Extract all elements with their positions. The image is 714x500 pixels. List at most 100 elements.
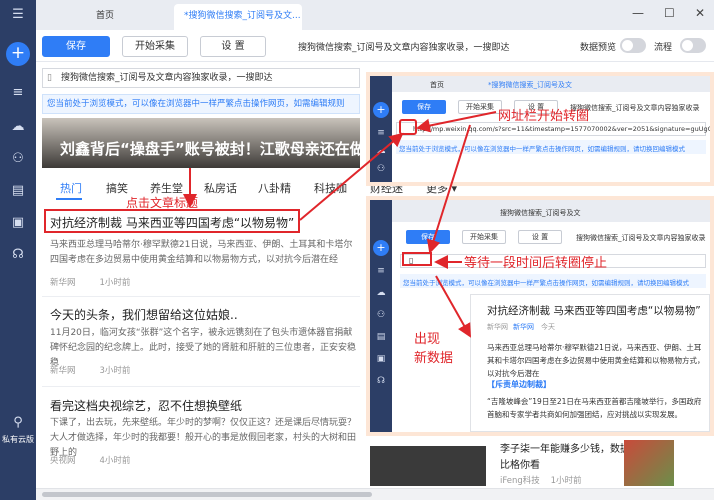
- article-source: 新华网: [50, 366, 76, 376]
- article-meta: 新华网 1小时前: [50, 276, 154, 288]
- annotation-new-data: 出现 新数据: [414, 332, 454, 366]
- featured-banner[interactable]: 刘鑫背后“操盘手”账号被封！江歌母亲还在做...: [42, 118, 382, 168]
- mini-plus-icon: +: [373, 102, 389, 118]
- scrollbar-thumb[interactable]: [42, 492, 372, 497]
- spinner-stop-highlight: [402, 252, 432, 266]
- tab-tech[interactable]: 科技咖: [314, 180, 347, 196]
- tab-active[interactable]: *搜狗微信搜索_订阅号及文...: [174, 4, 302, 30]
- cloud-icon[interactable]: ☁: [9, 118, 27, 136]
- list-item-title-cont: 比格你看: [500, 460, 540, 471]
- mini-article-source2: 新华网: [513, 323, 534, 331]
- mini-start-button: 开始采集: [462, 230, 506, 244]
- annotation-click-title: 点击文章标题: [126, 196, 199, 210]
- users-icon[interactable]: ⚇: [9, 150, 27, 168]
- settings-button[interactable]: 设 置: [200, 36, 266, 57]
- article-title[interactable]: 今天的头条，我们想留给这位姑娘..: [50, 306, 238, 323]
- mini-section-body: “吉隆坡峰会”19日至21日在马来西亚首都吉隆坡举行，多国政府首脑和专家学者共商…: [487, 397, 702, 419]
- mini-bg-tab: 搜狗微信搜索_订阅号及文: [500, 209, 581, 217]
- mini-notice-text: 您当前处于浏览模式，可以像在浏览器中一样严繁点击操作网页，如需编辑规则，请切换回…: [403, 279, 689, 287]
- article-time: 3小时前: [99, 366, 131, 376]
- tab-private[interactable]: 私房话: [204, 180, 237, 196]
- article-time: 4小时前: [99, 456, 131, 466]
- browse-mode-notice: 您当前处于浏览模式，可以像在浏览器中一样严繁点击操作网页，如需编辑规则: [42, 94, 360, 114]
- mini-doc-icon: ▣: [376, 354, 386, 364]
- list-item-time: 1小时前: [550, 476, 582, 486]
- document-icon[interactable]: ▣: [9, 214, 27, 232]
- mini-notice: 您当前处于浏览模式，可以像在浏览器中一样严繁点击操作网页，如需编辑规则，请切换回…: [400, 274, 706, 288]
- mini-notice-text: 您当前处于浏览模式，可以像在浏览器中一样严繁点击操作网页，如需编辑规则，请切换回…: [399, 145, 685, 153]
- article-summary: 马来西亚总理马哈蒂尔·穆罕默德21日说，马来西亚、伊朗、土耳其和卡塔尔四国考虑在…: [50, 240, 353, 265]
- mini-data-icon: ▤: [376, 332, 386, 342]
- mini-url-field: http://mp.weixin.qq.com/s?src=11&timesta…: [396, 122, 710, 136]
- headset-icon[interactable]: ☊: [9, 246, 27, 264]
- divider: [42, 296, 360, 297]
- list-item-thumbnail[interactable]: [624, 440, 674, 486]
- screenshot-inset-1: + ≡ ☁ ⚇ 首页 *搜狗微信搜索_订阅号及文 保存 开始采集 设 置 搜狗微…: [366, 72, 714, 186]
- video-thumbnail[interactable]: [370, 446, 486, 486]
- annotation-url-spin: 网址栏开始转圈: [498, 109, 590, 124]
- article-source: 新华网: [50, 278, 76, 288]
- mini-list-icon: ≡: [377, 128, 385, 138]
- list-icon[interactable]: ≡: [9, 84, 27, 102]
- mini-tab-active: *搜狗微信搜索_订阅号及文: [488, 81, 572, 89]
- mini-section-title: 【斥责单边制裁】: [487, 380, 551, 389]
- mini-sidebar: + ≡ ☁ ⚇ ▤ ▣ ☊: [370, 200, 392, 432]
- annotation-wait-stop: 等待一段时间后转圈停止: [464, 256, 608, 271]
- url-text: 搜狗微信搜索_订阅号及文章内容独家收录，一搜即达: [61, 73, 273, 83]
- horizontal-scrollbar[interactable]: [36, 488, 714, 500]
- page-icon: ▯: [47, 73, 52, 83]
- mini-save-button: 保存: [402, 100, 446, 114]
- mini-headset-icon: ☊: [377, 376, 385, 386]
- data-icon[interactable]: ▤: [9, 182, 27, 200]
- maximize-icon[interactable]: ☐: [664, 6, 675, 20]
- divider: [42, 386, 360, 387]
- tab-gossip[interactable]: 八卦精: [258, 180, 291, 196]
- mini-article-body: 马来西亚总理马哈蒂尔·穆罕默德21日说，马来西亚、伊朗、土耳其和卡塔尔四国考虑在…: [487, 343, 705, 378]
- start-collect-button[interactable]: 开始采集: [122, 36, 188, 57]
- mini-article-view: 对抗经济制裁 马来西亚等四国考虑“以物易物” 新华网 新华网 今天 马来西亚总理…: [470, 294, 710, 432]
- mini-cloud-icon: ☁: [376, 146, 386, 156]
- user-icon[interactable]: ⚲: [0, 415, 36, 430]
- mini-page-title: 搜狗微信搜索_订阅号及文章内容独家收录: [570, 104, 700, 112]
- mini-save-button: 保存: [406, 230, 450, 244]
- url-field[interactable]: ▯ 搜狗微信搜索_订阅号及文章内容独家收录，一搜即达: [42, 68, 360, 88]
- list-item-meta: iFeng科技 1小时前: [500, 474, 582, 486]
- mini-users-icon: ⚇: [376, 310, 386, 320]
- tab-home[interactable]: 首页: [36, 4, 174, 30]
- mini-tab-home: 首页: [430, 81, 444, 89]
- data-preview-label: 数据预览: [580, 43, 617, 53]
- minimize-icon[interactable]: —: [632, 6, 644, 20]
- toolbar: 保存 开始采集 设 置 搜狗微信搜索_订阅号及文章内容独家收录，一搜即达 数据预…: [36, 30, 714, 62]
- titlebar: 首页 *搜狗微信搜索_订阅号及文... — ☐ ✕: [36, 0, 714, 30]
- sidebar: ☰ + ≡ ☁ ⚇ ▤ ▣ ☊ ⚲ 私有云版: [0, 0, 36, 500]
- tab-hot[interactable]: 热门: [60, 180, 82, 196]
- data-preview-toggle[interactable]: [620, 38, 646, 53]
- add-task-button[interactable]: +: [6, 42, 30, 66]
- article-source: 央视网: [50, 456, 76, 466]
- article-meta: 央视网 4小时前: [50, 454, 154, 466]
- save-button[interactable]: 保存: [42, 36, 110, 57]
- mini-titlebar: 搜狗微信搜索_订阅号及文: [392, 200, 710, 222]
- mini-cloud-icon: ☁: [376, 288, 386, 298]
- mini-page-title: 搜狗微信搜索_订阅号及文章内容独家收录: [576, 234, 706, 242]
- highlight-box: [44, 209, 300, 233]
- mini-start-button: 开始采集: [458, 100, 502, 114]
- flow-toggle[interactable]: [680, 38, 706, 53]
- tab-funny[interactable]: 搞笑: [106, 180, 128, 196]
- menu-icon[interactable]: ☰: [9, 6, 27, 24]
- mini-list-icon: ≡: [377, 266, 385, 276]
- article-title[interactable]: 看完这档央视综艺，忍不住想换壁纸: [50, 397, 242, 414]
- mini-article-source: 新华网: [487, 323, 508, 331]
- mini-sidebar: + ≡ ☁ ⚇: [370, 76, 392, 182]
- close-icon[interactable]: ✕: [695, 6, 705, 20]
- mini-article-time: 今天: [541, 323, 555, 331]
- article-meta: 新华网 3小时前: [50, 364, 154, 376]
- flow-label: 流程: [654, 43, 673, 53]
- article-time: 1小时前: [99, 278, 131, 288]
- edition-label: 私有云版: [2, 435, 34, 444]
- mini-article-title: 对抗经济制裁 马来西亚等四国考虑“以物易物”: [487, 305, 701, 317]
- mini-notice: 您当前处于浏览模式，可以像在浏览器中一样严繁点击操作网页，如需编辑规则，请切换回…: [396, 140, 706, 154]
- list-item-source: iFeng科技: [500, 476, 540, 486]
- spinner-highlight: [399, 119, 417, 135]
- inset-2-content: + ≡ ☁ ⚇ ▤ ▣ ☊ 搜狗微信搜索_订阅号及文 保存 开始采集 设 置 搜…: [370, 200, 710, 432]
